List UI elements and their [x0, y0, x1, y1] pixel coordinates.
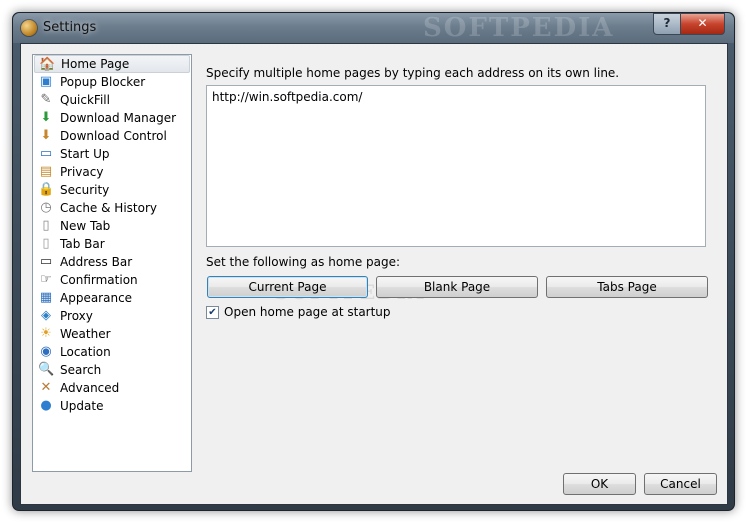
sidebar-item-update[interactable]: ● Update — [34, 397, 190, 415]
sidebar-item-start-up[interactable]: ▭ Start Up — [34, 145, 190, 163]
sidebar-item-label: Weather — [60, 327, 111, 341]
tabs-page-button[interactable]: Tabs Page — [546, 276, 708, 298]
sidebar-item-label: Search — [60, 363, 102, 377]
sidebar-item-label: Cache & History — [60, 201, 157, 215]
close-button[interactable]: ✕ — [680, 13, 725, 35]
search-icon: 🔍 — [38, 362, 55, 377]
download-control-icon: ⬇ — [40, 128, 52, 143]
sidebar-item-download-manager[interactable]: ⬇ Download Manager — [34, 109, 190, 127]
sidebar-item-label: Download Manager — [60, 111, 177, 125]
appearance-icon: ▦ — [39, 290, 53, 305]
blank-page-button[interactable]: Blank Page — [376, 276, 538, 298]
sidebar-item-label: Update — [60, 399, 104, 413]
sidebar-item-label: Confirmation — [60, 273, 138, 287]
sidebar-item-cache-history[interactable]: ◷ Cache & History — [34, 199, 190, 217]
download-manager-icon: ⬇ — [40, 110, 52, 125]
sidebar-item-popup-blocker[interactable]: ▣ Popup Blocker — [34, 73, 190, 91]
help-button[interactable]: ? — [653, 13, 681, 35]
app-icon — [21, 20, 37, 36]
sidebar-item-privacy[interactable]: ▤ Privacy — [34, 163, 190, 181]
sidebar-item-appearance[interactable]: ▦ Appearance — [34, 289, 190, 307]
sidebar-item-label: Address Bar — [60, 255, 133, 269]
title-watermark: SOFTPEDIA — [423, 13, 615, 43]
start-up-icon: ▭ — [39, 146, 53, 161]
sidebar-item-label: Home Page — [61, 57, 130, 71]
sidebar-item-download-control[interactable]: ⬇ Download Control — [34, 127, 190, 145]
instructions-text: Specify multiple home pages by typing ea… — [206, 66, 620, 80]
popup-blocker-icon: ▣ — [39, 74, 53, 89]
sidebar-item-label: Security — [60, 183, 110, 197]
sidebar-item-confirmation[interactable]: ☞ Confirmation — [34, 271, 190, 289]
title-bar[interactable]: Settings SOFTPEDIA ? ✕ — [13, 13, 734, 43]
sidebar-item-tab-bar[interactable]: ▯ Tab Bar — [34, 235, 190, 253]
open-at-startup-label[interactable]: Open home page at startup — [224, 305, 391, 319]
ok-button[interactable]: OK — [563, 473, 636, 495]
sidebar-item-advanced[interactable]: ✕ Advanced — [34, 379, 190, 397]
sidebar-item-label: New Tab — [60, 219, 111, 233]
privacy-icon: ▤ — [39, 164, 53, 179]
sidebar-item-label: Location — [60, 345, 111, 359]
home-pages-input[interactable]: http://win.softpedia.com/ — [206, 85, 706, 247]
sidebar-item-home-page[interactable]: 🏠 Home Page — [34, 55, 190, 73]
sidebar-item-label: Proxy — [60, 309, 93, 323]
tab-bar-icon: ▯ — [42, 236, 50, 251]
settings-window: Settings SOFTPEDIA ? ✕ 🏠 Home Page ▣ Popup … — [12, 12, 735, 511]
sidebar-item-quickfill[interactable]: ✎ QuickFill — [34, 91, 190, 109]
sidebar-item-label: Privacy — [60, 165, 104, 179]
sidebar-item-label: Start Up — [60, 147, 110, 161]
sidebar-item-label: QuickFill — [60, 93, 110, 107]
sidebar-item-label: Tab Bar — [60, 237, 105, 251]
sidebar-item-label: Popup Blocker — [60, 75, 146, 89]
new-tab-icon: ▯ — [42, 218, 50, 233]
sidebar-item-search[interactable]: 🔍 Search — [34, 361, 190, 379]
cancel-button[interactable]: Cancel — [644, 473, 717, 495]
current-page-button[interactable]: Current Page — [207, 276, 368, 298]
advanced-icon: ✕ — [40, 380, 52, 395]
cache-history-icon: ◷ — [40, 200, 52, 215]
weather-icon: ☀ — [40, 326, 52, 341]
sidebar-item-label: Download Control — [60, 129, 167, 143]
window-title: Settings — [43, 20, 97, 35]
address-bar-icon: ▭ — [39, 254, 53, 269]
settings-category-list[interactable]: 🏠 Home Page ▣ Popup Blocker ✎ QuickFill ⬇ Downl… — [32, 54, 192, 472]
home-icon: 🏠 — [39, 57, 56, 72]
dialog-body: 🏠 Home Page ▣ Popup Blocker ✎ QuickFill ⬇ Downl… — [20, 43, 728, 505]
sidebar-item-weather[interactable]: ☀ Weather — [34, 325, 190, 343]
sidebar-item-new-tab[interactable]: ▯ New Tab — [34, 217, 190, 235]
proxy-icon: ◈ — [41, 308, 51, 323]
sidebar-item-security[interactable]: 🔒 Security — [34, 181, 190, 199]
update-icon: ● — [40, 398, 52, 413]
sidebar-item-proxy[interactable]: ◈ Proxy — [34, 307, 190, 325]
location-icon: ◉ — [40, 344, 52, 359]
open-at-startup-checkbox[interactable]: ✔ — [206, 306, 219, 319]
security-icon: 🔒 — [38, 182, 55, 197]
confirmation-icon: ☞ — [40, 272, 52, 287]
quickfill-icon: ✎ — [40, 92, 52, 107]
sidebar-item-location[interactable]: ◉ Location — [34, 343, 190, 361]
sidebar-item-label: Advanced — [60, 381, 120, 395]
sidebar-item-label: Appearance — [60, 291, 133, 305]
sidebar-item-address-bar[interactable]: ▭ Address Bar — [34, 253, 190, 271]
set-as-home-label: Set the following as home page: — [206, 255, 401, 269]
